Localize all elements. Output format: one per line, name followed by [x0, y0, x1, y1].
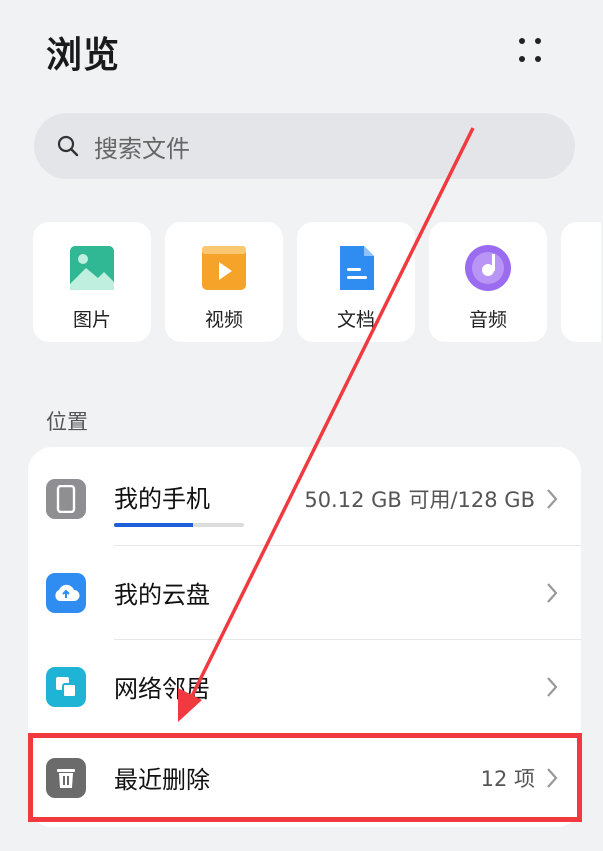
- category-audio[interactable]: 音频: [429, 222, 547, 342]
- category-more-partial[interactable]: [561, 222, 601, 342]
- category-label: 音频: [468, 309, 507, 331]
- chevron-right-icon: [547, 767, 558, 788]
- deleted-count: 12 项: [480, 766, 535, 791]
- video-icon: [202, 246, 246, 290]
- section-title-locations: 位置: [46, 410, 88, 434]
- category-images[interactable]: 图片: [33, 222, 151, 342]
- dot: [519, 38, 525, 44]
- locations-card: 我的手机 50.12 GB 可用/128 GB 我的云盘 网络邻居 最近删除 1…: [28, 447, 581, 827]
- page-title: 浏览: [46, 35, 121, 76]
- chevron-right-icon: [547, 582, 558, 603]
- phone-icon: [46, 478, 86, 519]
- more-options-button[interactable]: [515, 36, 547, 68]
- location-label: 我的手机: [114, 485, 210, 513]
- network-icon: [46, 666, 86, 707]
- category-videos[interactable]: 视频: [165, 222, 283, 342]
- dot: [535, 56, 541, 62]
- chevron-right-icon: [547, 488, 558, 509]
- dot: [535, 38, 541, 44]
- location-my-phone[interactable]: 我的手机 50.12 GB 可用/128 GB: [28, 452, 581, 545]
- chevron-right-icon: [547, 676, 558, 697]
- document-icon: [340, 246, 374, 290]
- category-label: 图片: [72, 309, 111, 331]
- category-documents[interactable]: 文档: [297, 222, 415, 342]
- location-network[interactable]: 网络邻居: [28, 640, 581, 733]
- storage-value: 50.12 GB 可用/128 GB: [304, 487, 535, 512]
- location-my-cloud[interactable]: 我的云盘: [28, 546, 581, 639]
- search-placeholder: 搜索文件: [94, 134, 190, 163]
- image-icon: [70, 246, 114, 290]
- category-label: 视频: [204, 309, 243, 331]
- trash-icon: [46, 757, 86, 798]
- cloud-icon: [46, 572, 86, 613]
- location-label: 最近删除: [114, 766, 210, 794]
- search-bar[interactable]: 搜索文件: [34, 113, 575, 179]
- category-row: 图片 视频 文档 音频: [33, 222, 603, 342]
- location-label: 我的云盘: [114, 581, 210, 609]
- location-recently-deleted[interactable]: 最近删除 12 项: [28, 731, 581, 824]
- category-label: 文档: [336, 309, 375, 331]
- location-label: 网络邻居: [114, 675, 210, 703]
- search-icon: [57, 135, 79, 157]
- storage-progress-bar: [114, 523, 244, 527]
- dot: [519, 56, 525, 62]
- audio-icon: [465, 245, 511, 291]
